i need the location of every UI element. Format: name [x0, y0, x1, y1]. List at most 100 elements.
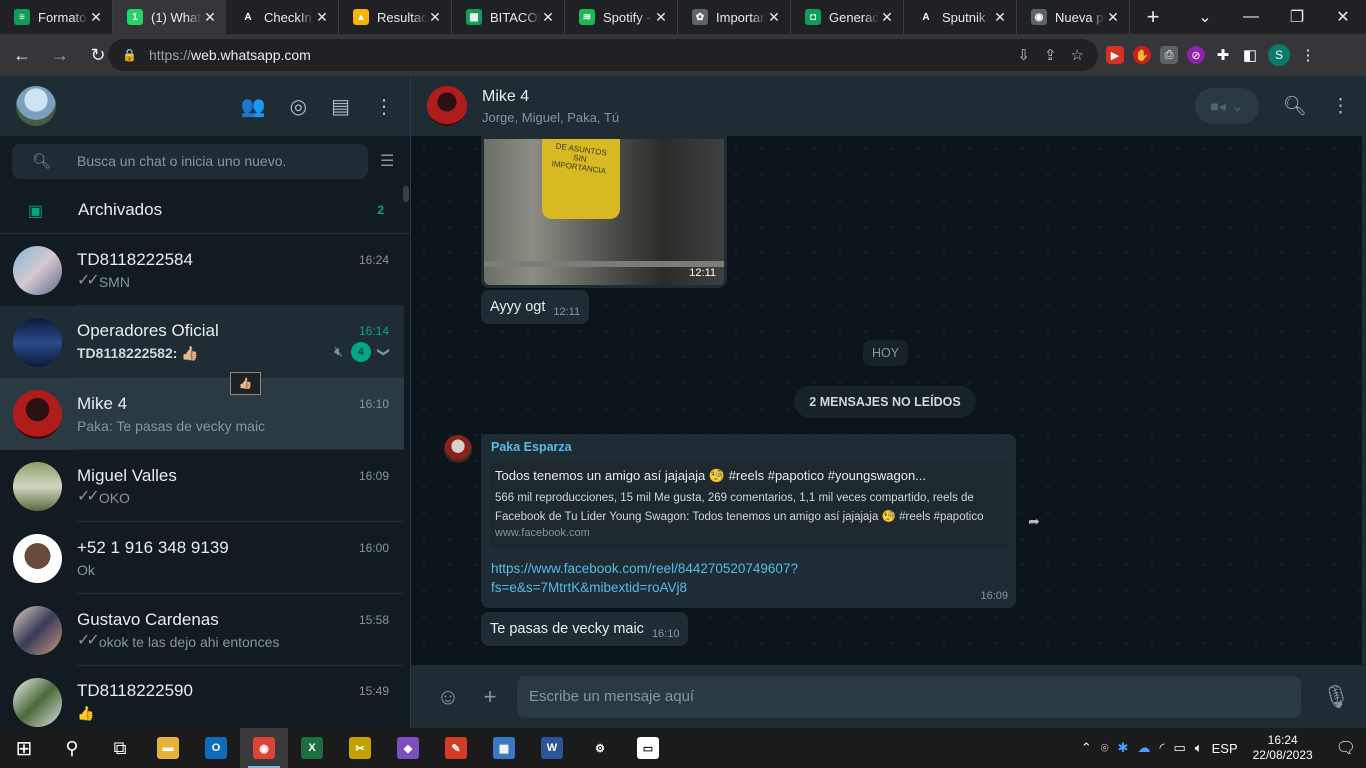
start-button[interactable]: ⊞ [0, 728, 48, 768]
close-tab-icon[interactable]: ✕ [427, 9, 443, 26]
browser-tab[interactable]: ▦ BITACORA✕ [452, 0, 565, 34]
lock-icon[interactable]: 🔒 [122, 48, 137, 62]
tab-search-icon[interactable]: ⌄ [1182, 7, 1228, 27]
search-input[interactable] [77, 153, 367, 169]
chevron-down-icon[interactable]: ❯ [377, 346, 391, 356]
file-explorer-icon[interactable]: ▬ [144, 728, 192, 768]
settings-icon[interactable]: ⚙ [576, 728, 624, 768]
chat-avatar[interactable] [13, 605, 62, 655]
link-message[interactable]: Paka Esparza Todos tenemos un amigo así … [481, 434, 1016, 608]
chat-item[interactable]: Operadores Oficial 16:14 TD8118222582: 👍🏼 🔇… [0, 306, 404, 378]
forward-icon[interactable]: ➦ [1020, 507, 1048, 535]
chat-list-scrollbar[interactable] [403, 186, 409, 202]
close-tab-icon[interactable]: ✕ [540, 9, 556, 26]
word-icon[interactable]: W [528, 728, 576, 768]
clock[interactable]: 16:24 22/08/2023 [1253, 733, 1313, 763]
browser-tab[interactable]: A CheckIn ✕ [226, 0, 339, 34]
chat-item[interactable]: +52 1 916 348 9139 16:00 Ok [0, 522, 404, 594]
browser-tab[interactable]: ▲ Resultados✕ [339, 0, 452, 34]
browser-tab[interactable]: ◉ Nueva pestaña✕ [1017, 0, 1130, 34]
screen-app-icon[interactable]: ▭ [624, 728, 672, 768]
video-extension-icon[interactable]: ▶ [1106, 46, 1124, 64]
snipping-tool-icon[interactable]: ✂ [336, 728, 384, 768]
message-image[interactable]: DE ASUNTOS SIN IMPORTANCIA 12:11 [484, 139, 724, 285]
link-preview[interactable]: Todos tenemos un amigo así jajajaja 🧐 #r… [490, 461, 1009, 549]
chat-avatar[interactable] [13, 245, 62, 295]
outlook-icon[interactable]: O [192, 728, 240, 768]
printer-extension-icon[interactable]: ⎙ [1160, 46, 1178, 64]
chat-item[interactable]: TD8118222584 16:24 ✓✓ SMN [0, 234, 404, 306]
minimize-button[interactable]: — [1228, 8, 1274, 26]
sender-avatar[interactable] [444, 435, 472, 463]
taskbar-search-icon[interactable]: ⚲ [48, 728, 96, 768]
browser-tab[interactable]: 1 (1) WhatsApp✕ [113, 0, 226, 34]
browser-menu-icon[interactable]: ⋮ [1299, 46, 1317, 64]
message-scrollbar[interactable] [1362, 136, 1366, 665]
address-bar[interactable]: 🔒 https:// web.whatsapp.com ⇩ ⇪ ☆ [108, 39, 1098, 71]
notifications-icon[interactable]: 🗨︎ [1336, 738, 1356, 758]
close-tab-icon[interactable]: ✕ [879, 9, 895, 26]
my-profile-avatar[interactable] [16, 86, 56, 126]
browser-tab[interactable]: ✿ Importante✕ [678, 0, 791, 34]
profile-avatar[interactable]: S [1268, 44, 1290, 66]
onedrive-icon[interactable]: ☁ [1137, 740, 1150, 756]
video-call-button[interactable]: ■◂ ⌄ [1194, 88, 1259, 124]
pdf-editor-icon[interactable]: ✎ [432, 728, 480, 768]
excel-icon[interactable]: X [288, 728, 336, 768]
chat-item[interactable]: TD8118222590 15:49 👍 [0, 666, 404, 728]
message-bubble[interactable]: Ayyy ogt 12:11 [481, 290, 590, 324]
chat-item[interactable]: Gustavo Cardenas 15:58 ✓✓ okok te las dejo… [0, 594, 404, 666]
close-tab-icon[interactable]: ✕ [992, 9, 1008, 26]
install-app-icon[interactable]: ⇩ [1017, 46, 1030, 64]
chat-item[interactable]: Mike 4 16:10 Paka: Te pasas de vecky maic [0, 378, 404, 450]
message-link[interactable]: https://www.facebook.com/reel/8442705207… [490, 559, 1009, 597]
circle-extension-icon[interactable]: ⊘ [1187, 46, 1205, 64]
visual-studio-icon[interactable]: ◆ [384, 728, 432, 768]
link-line-1[interactable]: https://www.facebook.com/reel/8442705207… [491, 559, 1009, 578]
close-tab-icon[interactable]: ✕ [766, 9, 782, 26]
message-bubble[interactable]: Te pasas de vecky maic 16:10 [481, 612, 689, 646]
group-avatar[interactable] [427, 86, 467, 126]
search-messages-icon[interactable]: 🔍︎ [1283, 94, 1307, 118]
close-window-button[interactable]: ✕ [1320, 7, 1366, 27]
attach-plus-icon[interactable]: + [469, 684, 511, 710]
new-tab-button[interactable]: + [1136, 4, 1170, 30]
tray-chevron-icon[interactable]: ⌃ [1081, 740, 1092, 756]
stop-extension-icon[interactable]: ✋ [1133, 46, 1151, 64]
conversation-menu-icon[interactable]: ⋮ [1331, 95, 1350, 118]
status-icon[interactable]: ◎ [290, 94, 307, 119]
bluetooth-icon[interactable]: ✱ [1118, 740, 1129, 756]
new-chat-icon[interactable]: ▤ [331, 94, 350, 119]
bookmark-star-icon[interactable]: ☆ [1071, 46, 1084, 64]
close-tab-icon[interactable]: ✕ [88, 9, 104, 26]
menu-icon[interactable]: ⋮ [374, 94, 394, 119]
link-line-2[interactable]: fs=e&s=7MtrtK&mibextid=roAVj8 [491, 578, 1009, 597]
task-view-icon[interactable]: ⧉ [96, 728, 144, 768]
browser-tab[interactable]: ≡ Formato ✕ [0, 0, 113, 34]
side-panel-icon[interactable]: ◧ [1241, 46, 1259, 64]
chat-avatar[interactable] [13, 533, 62, 583]
communities-icon[interactable]: 👥 [241, 94, 266, 119]
calculator-icon[interactable]: ▦ [480, 728, 528, 768]
message-input[interactable] [529, 688, 1289, 705]
chat-item[interactable]: Miguel Valles 16:09 ✓✓ OKO [0, 450, 404, 522]
archived-row[interactable]: ▣ Archivados 2 [0, 186, 410, 234]
microphone-icon[interactable]: 🎙︎ [1322, 684, 1350, 710]
language-indicator[interactable]: ESP [1212, 741, 1238, 756]
volume-icon[interactable]: 🔈︎ [1195, 740, 1203, 756]
chat-avatar[interactable] [13, 461, 62, 511]
restore-button[interactable]: ❐ [1274, 7, 1320, 27]
conversation-header[interactable]: Mike 4 Jorge, Miguel, Paka, Tú ■◂ ⌄ 🔍︎ ⋮ [411, 76, 1366, 136]
battery-icon[interactable]: ▭ [1174, 740, 1186, 756]
message-input-box[interactable] [517, 675, 1301, 718]
wifi-icon[interactable]: ◜ [1159, 740, 1164, 756]
chat-avatar[interactable] [13, 389, 62, 439]
share-icon[interactable]: ⇪ [1044, 46, 1057, 64]
chat-avatar[interactable] [13, 677, 62, 727]
forward-button[interactable]: → [44, 39, 76, 71]
camera-tray-icon[interactable]: ⌾ [1101, 740, 1109, 756]
browser-tab[interactable]: A Sputnik ✕ [904, 0, 1017, 34]
group-info[interactable]: Mike 4 Jorge, Miguel, Paka, Tú [482, 88, 619, 125]
search-icon[interactable]: 🔍︎ [32, 152, 77, 170]
back-button[interactable]: ← [6, 39, 38, 71]
